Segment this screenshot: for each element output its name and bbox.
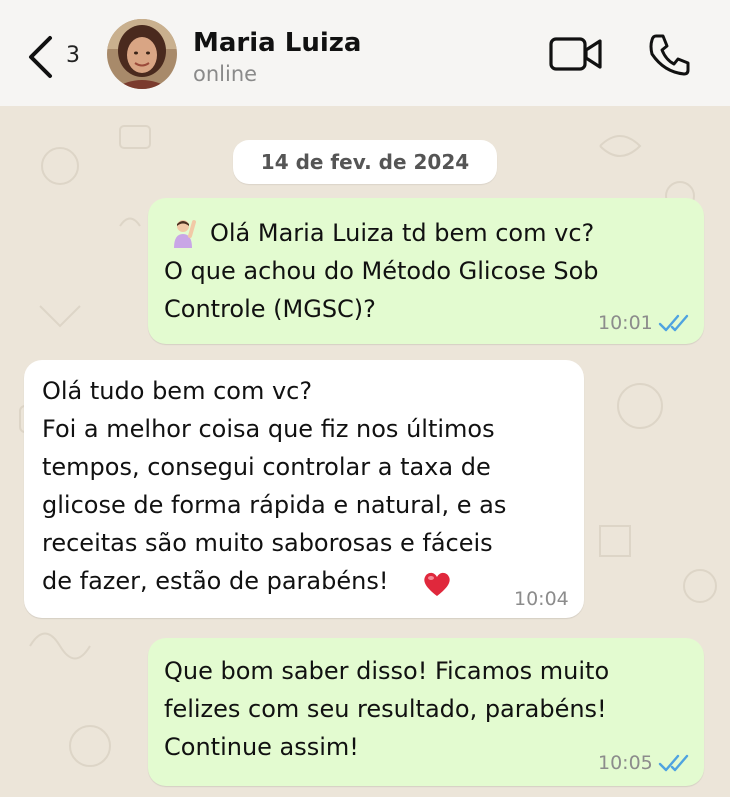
heart-emoji-icon <box>424 572 450 596</box>
message-text-line: felizes com seu resultado, parabéns! <box>164 695 607 723</box>
avatar[interactable] <box>107 19 177 89</box>
message-time: 10:01 <box>598 312 653 334</box>
message-text-line: Olá tudo bem com vc? <box>42 377 313 405</box>
message-text-line: Continue assim! <box>164 733 359 761</box>
message-text-line: Olá Maria Luiza td bem com vc? <box>210 219 595 247</box>
message-text-line: receitas são muito saborosas e fáceis <box>42 529 493 557</box>
profile-photo <box>107 19 177 89</box>
voice-call-button[interactable] <box>646 32 692 78</box>
phone-icon <box>649 34 690 76</box>
contact-name[interactable]: Maria Luiza <box>193 28 361 58</box>
video-call-button[interactable] <box>549 36 603 72</box>
video-camera-icon <box>549 37 602 71</box>
contact-status: online <box>193 62 258 86</box>
message-bubble-incoming[interactable]: Olá tudo bem com vc? Foi a melhor coisa … <box>24 360 584 618</box>
double-check-read-icon <box>658 314 689 332</box>
chat-header: 3 Maria Luiza online <box>0 0 730 106</box>
chat-area[interactable]: 14 de fev. de 2024 Olá Maria Luiza td be… <box>0 106 730 797</box>
message-bubble-outgoing[interactable]: Olá Maria Luiza td bem com vc? O que ach… <box>148 198 704 344</box>
back-button[interactable]: 3 <box>26 33 86 78</box>
message-text-line: tempos, consegui controlar a taxa de <box>42 453 491 481</box>
message-text-line: O que achou do Método Glicose Sob <box>164 257 599 285</box>
message-text-line: Que bom saber disso! Ficamos muito <box>164 657 610 685</box>
raising-hand-emoji-icon <box>174 220 196 248</box>
message-time: 10:05 <box>598 752 653 774</box>
message-time: 10:04 <box>514 588 569 610</box>
message-text-line: de fazer, estão de parabéns! <box>42 567 389 595</box>
message-text-line: Controle (MGSC)? <box>164 295 376 323</box>
chevron-left-icon <box>29 36 52 78</box>
message-bubble-outgoing[interactable]: Que bom saber disso! Ficamos muito feliz… <box>148 638 704 786</box>
message-text-line: Foi a melhor coisa que fiz nos últimos <box>42 415 495 443</box>
message-text-line: glicose de forma rápida e natural, e as <box>42 491 507 519</box>
unread-count: 3 <box>66 43 80 68</box>
date-separator: 14 de fev. de 2024 <box>233 140 497 184</box>
double-check-read-icon <box>658 754 689 772</box>
